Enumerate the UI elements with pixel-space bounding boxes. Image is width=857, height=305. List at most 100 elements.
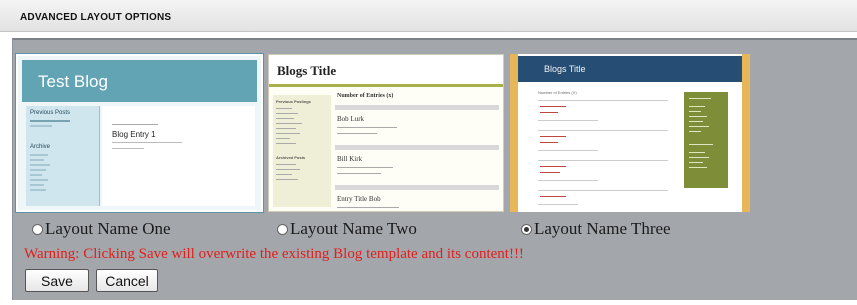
preview-line bbox=[30, 120, 70, 122]
preview-line bbox=[276, 138, 290, 139]
preview-banner: Blogs Title bbox=[518, 56, 742, 82]
preview-entry-title: Entry Title Bob bbox=[337, 195, 381, 203]
preview-line bbox=[337, 173, 381, 174]
layout-three-label: Layout Name Three bbox=[534, 219, 671, 238]
preview-line bbox=[540, 136, 566, 137]
preview-line bbox=[540, 142, 558, 143]
preview-banner: Blogs Title bbox=[269, 55, 503, 87]
preview-line bbox=[538, 190, 668, 191]
preview-main-heading: Number of Entries (x) bbox=[337, 93, 394, 99]
preview-sidebar bbox=[684, 92, 728, 188]
preview-line bbox=[276, 174, 292, 175]
preview-line bbox=[30, 169, 46, 171]
layout-one-radio[interactable] bbox=[32, 223, 43, 235]
preview-line bbox=[538, 204, 578, 205]
preview-line bbox=[538, 160, 668, 161]
preview-blog-title: Blogs Title bbox=[544, 64, 586, 74]
preview-line bbox=[30, 184, 44, 186]
overwrite-warning: Warning: Clicking Save will overwrite th… bbox=[24, 246, 524, 262]
preview-line bbox=[538, 120, 598, 121]
preview-line bbox=[689, 162, 703, 163]
preview-line bbox=[276, 123, 302, 124]
preview-main: Blog Entry 1 bbox=[102, 106, 255, 206]
cancel-button[interactable]: Cancel bbox=[96, 269, 158, 292]
preview-blog-title: Blogs Title bbox=[277, 63, 337, 78]
preview-line bbox=[30, 179, 48, 181]
layout-one-preview[interactable]: Test Blog Previous Posts Archive Blog En… bbox=[15, 53, 264, 213]
preview-side-heading: Previous Postings bbox=[276, 99, 311, 104]
preview-line bbox=[276, 133, 300, 134]
preview-line bbox=[689, 157, 709, 158]
section-title: ADVANCED LAYOUT OPTIONS bbox=[20, 12, 172, 23]
section-header: ADVANCED LAYOUT OPTIONS bbox=[0, 0, 857, 32]
preview-line bbox=[337, 127, 397, 128]
preview-main-heading: Number of Entries (X) bbox=[538, 90, 577, 95]
preview-line bbox=[689, 98, 711, 99]
preview-main: Number of Entries (x) Bob Lurk Bill Kirk… bbox=[335, 93, 499, 208]
preview-line bbox=[112, 124, 158, 125]
preview-line bbox=[337, 133, 377, 134]
preview-side-heading: Archive bbox=[30, 144, 51, 150]
preview-line bbox=[30, 189, 46, 191]
preview-blog-title: Test Blog bbox=[38, 72, 108, 91]
layout-one-label: Layout Name One bbox=[45, 219, 171, 238]
preview-line bbox=[689, 111, 701, 112]
layout-three-radio[interactable] bbox=[521, 223, 532, 235]
preview-entry-title: Bob Lurk bbox=[337, 115, 365, 123]
preview-line bbox=[689, 131, 701, 132]
preview-line bbox=[689, 152, 705, 153]
layout-three-option[interactable]: Layout Name Three bbox=[521, 217, 671, 241]
preview-bar bbox=[335, 145, 499, 150]
preview-line bbox=[689, 116, 707, 117]
preview-banner: Test Blog bbox=[22, 60, 257, 102]
preview-line bbox=[276, 118, 294, 119]
preview-line bbox=[689, 106, 705, 107]
preview-line bbox=[337, 207, 399, 208]
save-button[interactable]: Save bbox=[25, 269, 89, 292]
layout-two-preview[interactable]: Blogs Title Previous Postings Archived P… bbox=[268, 54, 504, 212]
preview-line bbox=[337, 167, 393, 168]
preview-line bbox=[538, 180, 598, 181]
preview-line bbox=[540, 196, 566, 197]
preview-line bbox=[30, 174, 42, 176]
preview-line bbox=[689, 144, 713, 145]
preview-line bbox=[276, 169, 300, 170]
layout-two-label: Layout Name Two bbox=[290, 219, 417, 238]
preview-line bbox=[689, 167, 707, 168]
preview-page: Blogs Title Number of Entries (X) bbox=[518, 54, 742, 212]
preview-bar bbox=[335, 105, 499, 110]
preview-line bbox=[540, 172, 560, 173]
preview-sidebar: Previous Postings Archived Posts bbox=[273, 95, 331, 207]
preview-sidebar: Previous Posts Archive bbox=[26, 106, 100, 206]
preview-line bbox=[276, 164, 296, 165]
preview-line bbox=[30, 164, 50, 166]
preview-bar bbox=[335, 185, 499, 190]
preview-line bbox=[276, 128, 296, 129]
preview-line bbox=[276, 108, 292, 109]
preview-line bbox=[540, 166, 566, 167]
layout-previews: Test Blog Previous Posts Archive Blog En… bbox=[15, 53, 754, 213]
layout-two-option[interactable]: Layout Name Two bbox=[277, 217, 417, 241]
preview-line bbox=[30, 154, 48, 156]
layout-two-radio[interactable] bbox=[277, 223, 288, 235]
preview-line bbox=[540, 112, 558, 113]
preview-line bbox=[276, 143, 296, 144]
layout-three-preview[interactable]: Blogs Title Number of Entries (X) bbox=[510, 54, 750, 212]
preview-side-heading: Previous Posts bbox=[30, 110, 71, 116]
preview-entry-title: Bill Kirk bbox=[337, 155, 363, 163]
preview-line bbox=[112, 142, 182, 143]
preview-line bbox=[30, 159, 44, 161]
preview-line bbox=[689, 126, 709, 127]
preview-line bbox=[538, 100, 668, 101]
preview-line bbox=[276, 113, 298, 114]
preview-line bbox=[538, 150, 598, 151]
preview-line bbox=[30, 125, 52, 127]
preview-line bbox=[540, 106, 566, 107]
preview-entry-title: Blog Entry 1 bbox=[112, 130, 156, 139]
preview-line bbox=[538, 130, 668, 131]
preview-side-heading: Archived Posts bbox=[276, 155, 306, 160]
preview-line bbox=[276, 179, 298, 180]
preview-line bbox=[689, 121, 703, 122]
preview-line bbox=[112, 148, 144, 149]
layout-one-option[interactable]: Layout Name One bbox=[32, 217, 171, 241]
